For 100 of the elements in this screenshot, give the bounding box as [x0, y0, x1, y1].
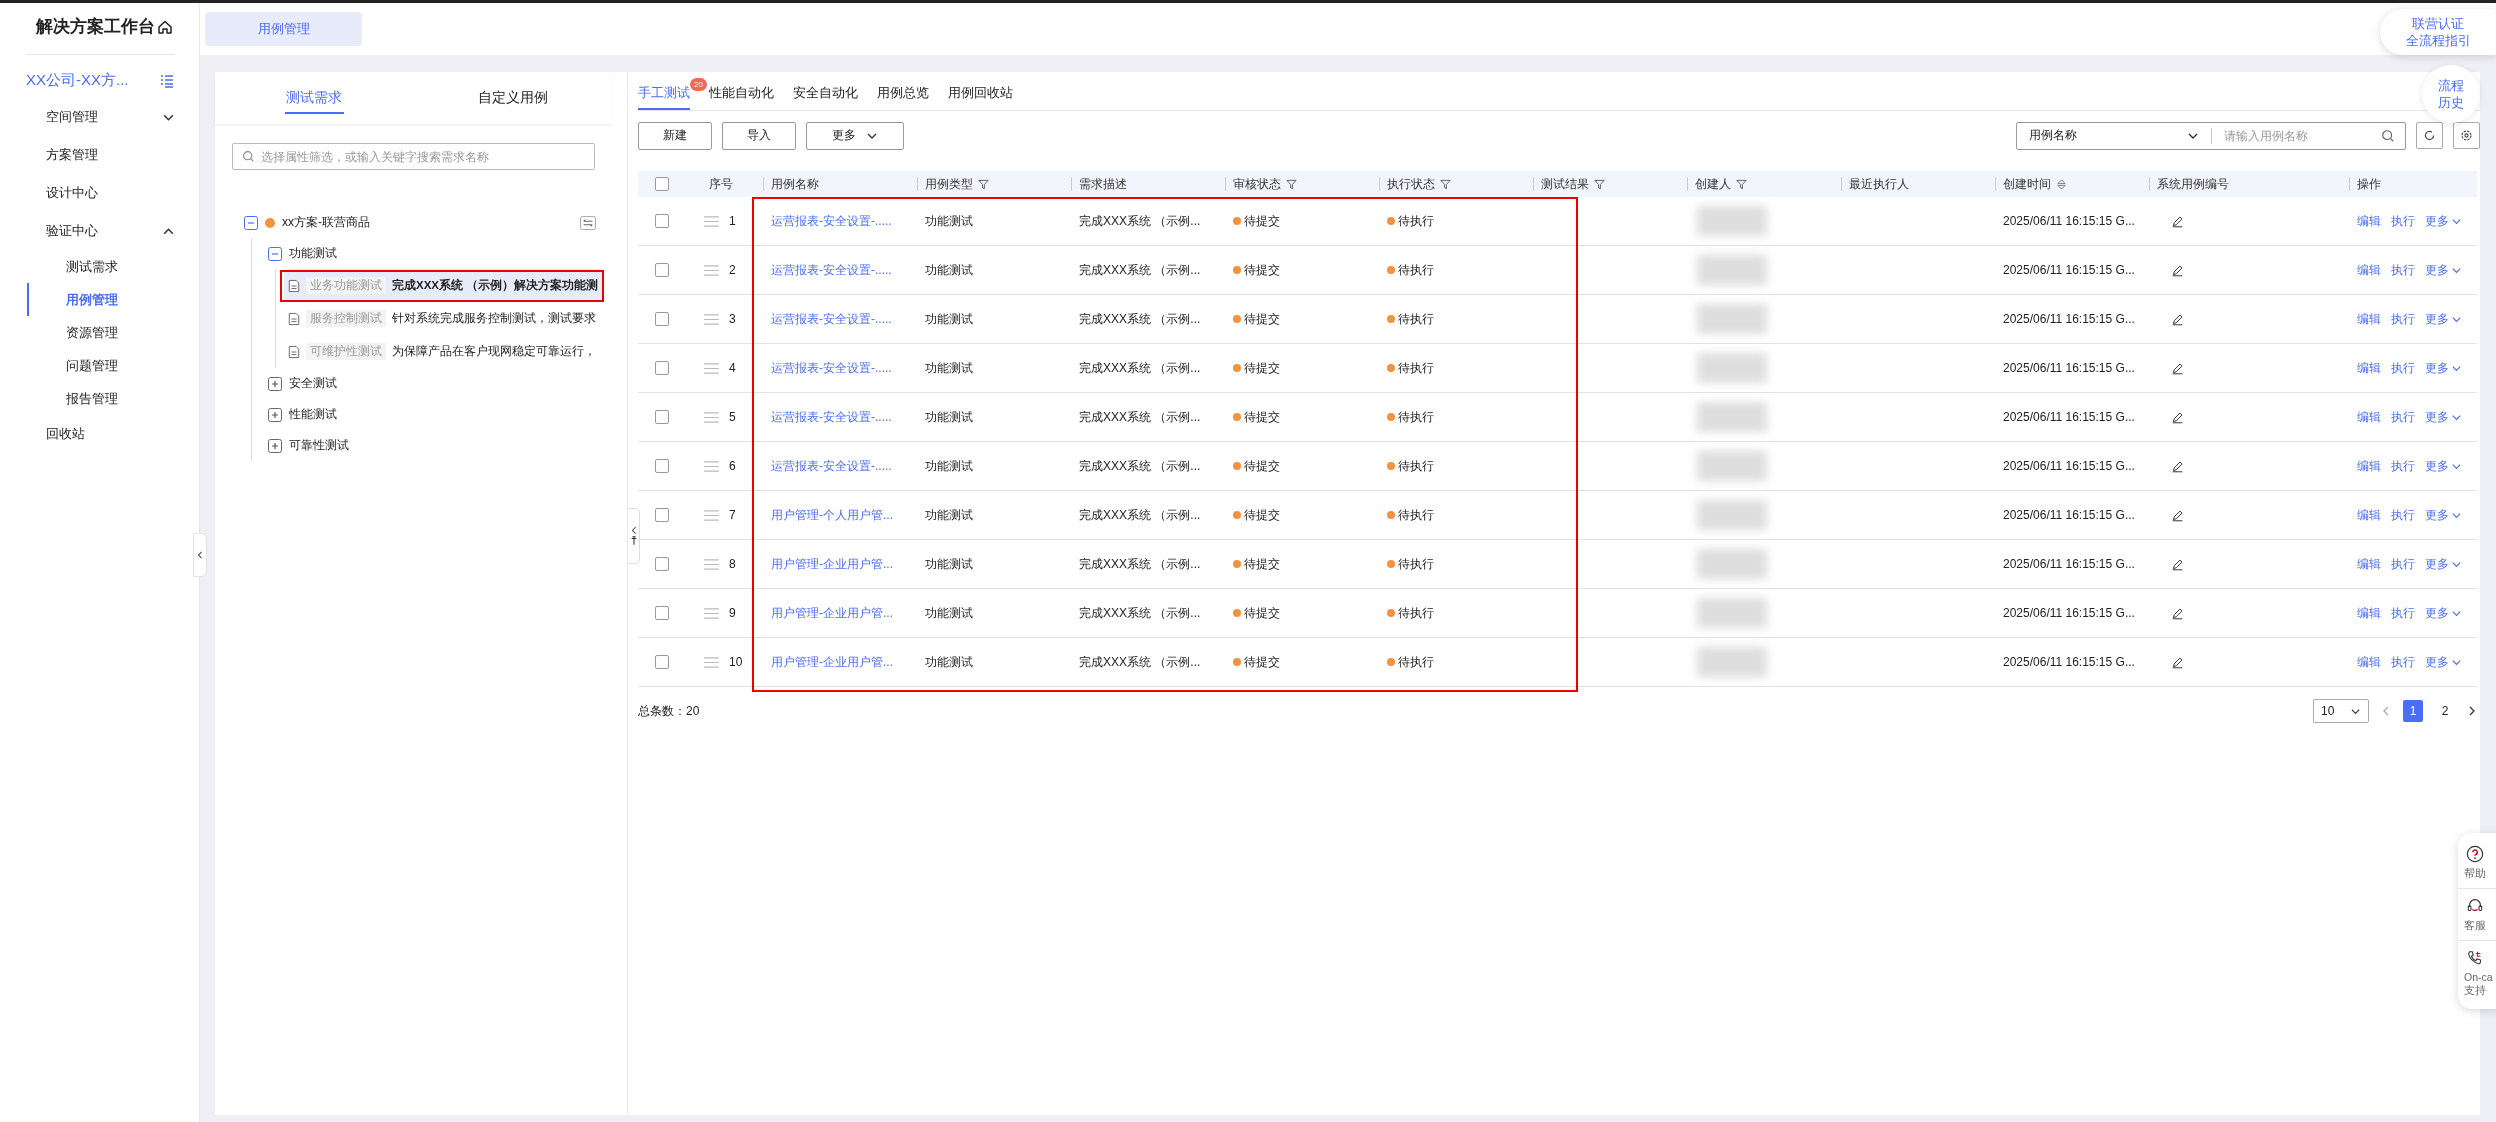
drag-handle-icon[interactable]	[704, 607, 719, 619]
requirement-row[interactable]: 可维护性测试 为保障产品在客户现网稳定可靠运行，	[284, 335, 602, 368]
case-name-link[interactable]: 运营报表-安全设置-.....	[771, 359, 892, 377]
more-dropdown[interactable]: 更多	[2425, 653, 2462, 671]
guide-button[interactable]: 联营认证 全流程指引	[2380, 9, 2496, 55]
case-name-link[interactable]: 用户管理-企业用户管...	[771, 653, 893, 671]
more-dropdown[interactable]: 更多	[2425, 506, 2462, 524]
collapse-handle[interactable]	[628, 508, 640, 564]
action-link[interactable]: 执行	[2391, 604, 2415, 622]
edit-icon[interactable]	[2171, 410, 2184, 424]
edit-icon[interactable]	[2171, 557, 2184, 571]
search-field[interactable]: 选择属性筛选，或输入关键字搜索需求名称	[232, 143, 595, 170]
nav-subitem[interactable]: 用例管理	[0, 283, 199, 316]
more-dropdown[interactable]: 更多	[2425, 310, 2462, 328]
nav-item[interactable]: 设计中心	[0, 174, 199, 212]
tab[interactable]: 手工测试	[638, 84, 690, 110]
project-selector[interactable]: XX公司-XX方...	[26, 71, 129, 90]
page-button[interactable]: 1	[2403, 700, 2423, 722]
collapse-handle[interactable]	[193, 533, 207, 577]
swap-icon[interactable]	[580, 215, 596, 230]
action-link[interactable]: 执行	[2391, 212, 2415, 230]
nav-subitem[interactable]: 测试需求	[0, 250, 199, 283]
page-size-select[interactable]: 10	[2313, 699, 2369, 723]
action-link[interactable]: 编辑	[2357, 212, 2381, 230]
drag-handle-icon[interactable]	[704, 264, 719, 276]
edit-icon[interactable]	[2171, 459, 2184, 473]
more-dropdown[interactable]: 更多	[2425, 359, 2462, 377]
tree-node[interactable]: 功能测试	[289, 245, 337, 262]
action-link[interactable]: 执行	[2391, 310, 2415, 328]
case-name-link[interactable]: 运营报表-安全设置-.....	[771, 457, 892, 475]
drag-handle-icon[interactable]	[704, 313, 719, 325]
more-dropdown[interactable]: 更多	[2425, 555, 2462, 573]
action-link[interactable]: 编辑	[2357, 261, 2381, 279]
expand-icon[interactable]	[268, 438, 282, 453]
tab[interactable]: 用例回收站	[948, 84, 1013, 110]
previous-page-icon[interactable]	[2381, 705, 2391, 717]
case-name-link[interactable]: 运营报表-安全设置-.....	[771, 261, 892, 279]
help-tool-button[interactable]: On-ca 支持	[2458, 941, 2496, 1005]
filter-icon[interactable]	[1736, 178, 1747, 190]
nav-subitem[interactable]: 报告管理	[0, 382, 199, 415]
row-checkbox[interactable]	[655, 361, 669, 375]
case-name-link[interactable]: 运营报表-安全设置-.....	[771, 408, 892, 426]
nav-item[interactable]: 空间管理	[0, 98, 199, 136]
row-checkbox[interactable]	[655, 312, 669, 326]
drag-handle-icon[interactable]	[704, 411, 719, 423]
tree-node[interactable]: 安全测试	[289, 375, 337, 392]
tree-node[interactable]: xx方案-联营商品	[282, 214, 370, 231]
tab[interactable]: 安全自动化	[793, 84, 858, 110]
filter-icon[interactable]	[978, 178, 989, 190]
edit-icon[interactable]	[2171, 361, 2184, 375]
row-checkbox[interactable]	[655, 606, 669, 620]
drag-handle-icon[interactable]	[704, 558, 719, 570]
filter-icon[interactable]	[1594, 178, 1605, 190]
select-all-checkbox[interactable]	[655, 177, 669, 191]
case-name-link[interactable]: 用户管理-企业用户管...	[771, 604, 893, 622]
drag-handle-icon[interactable]	[704, 509, 719, 521]
drag-handle-icon[interactable]	[704, 215, 719, 227]
nav-item[interactable]: 验证中心	[0, 212, 199, 250]
action-link[interactable]: 执行	[2391, 506, 2415, 524]
edit-icon[interactable]	[2171, 214, 2184, 228]
action-link[interactable]: 编辑	[2357, 457, 2381, 475]
page-button[interactable]: 2	[2435, 700, 2455, 722]
nav-subitem[interactable]: 问题管理	[0, 349, 199, 382]
action-link[interactable]: 执行	[2391, 555, 2415, 573]
toolbar-button[interactable]: 导入	[722, 121, 796, 150]
home-icon[interactable]	[157, 18, 173, 35]
filter-icon[interactable]	[1440, 178, 1451, 190]
edit-icon[interactable]	[2171, 263, 2184, 277]
sort-icon[interactable]	[2056, 178, 2067, 190]
action-link[interactable]: 执行	[2391, 261, 2415, 279]
tab[interactable]: 用例总览	[877, 84, 929, 110]
edit-icon[interactable]	[2171, 508, 2184, 522]
nav-subitem[interactable]: 资源管理	[0, 316, 199, 349]
drag-handle-icon[interactable]	[704, 460, 719, 472]
more-dropdown[interactable]: 更多	[2425, 408, 2462, 426]
more-dropdown[interactable]: 更多	[806, 121, 904, 150]
row-checkbox[interactable]	[655, 410, 669, 424]
drag-handle-icon[interactable]	[704, 362, 719, 374]
expand-icon[interactable]	[268, 407, 282, 422]
nav-item[interactable]: 回收站	[0, 415, 199, 453]
page-tab[interactable]: 用例管理	[205, 12, 362, 46]
list-icon[interactable]	[159, 72, 175, 89]
help-tool-button[interactable]: 客服	[2458, 889, 2496, 941]
toolbar-button[interactable]: 新建	[638, 121, 712, 150]
expand-icon[interactable]	[268, 376, 282, 391]
nav-item[interactable]: 方案管理	[0, 136, 199, 174]
case-name-link[interactable]: 用户管理-个人用户管...	[771, 506, 893, 524]
collapse-icon[interactable]	[244, 215, 258, 230]
edit-icon[interactable]	[2171, 655, 2184, 669]
action-link[interactable]: 编辑	[2357, 604, 2381, 622]
next-page-icon[interactable]	[2467, 705, 2477, 717]
row-checkbox[interactable]	[655, 508, 669, 522]
edit-icon[interactable]	[2171, 312, 2184, 326]
action-link[interactable]: 编辑	[2357, 408, 2381, 426]
settings-button[interactable]	[2453, 122, 2480, 149]
action-link[interactable]: 执行	[2391, 408, 2415, 426]
case-name-link[interactable]: 用户管理-企业用户管...	[771, 555, 893, 573]
row-checkbox[interactable]	[655, 655, 669, 669]
requirement-row[interactable]: 服务控制测试 针对系统完成服务控制测试，测试要求	[284, 302, 602, 335]
row-checkbox[interactable]	[655, 263, 669, 277]
